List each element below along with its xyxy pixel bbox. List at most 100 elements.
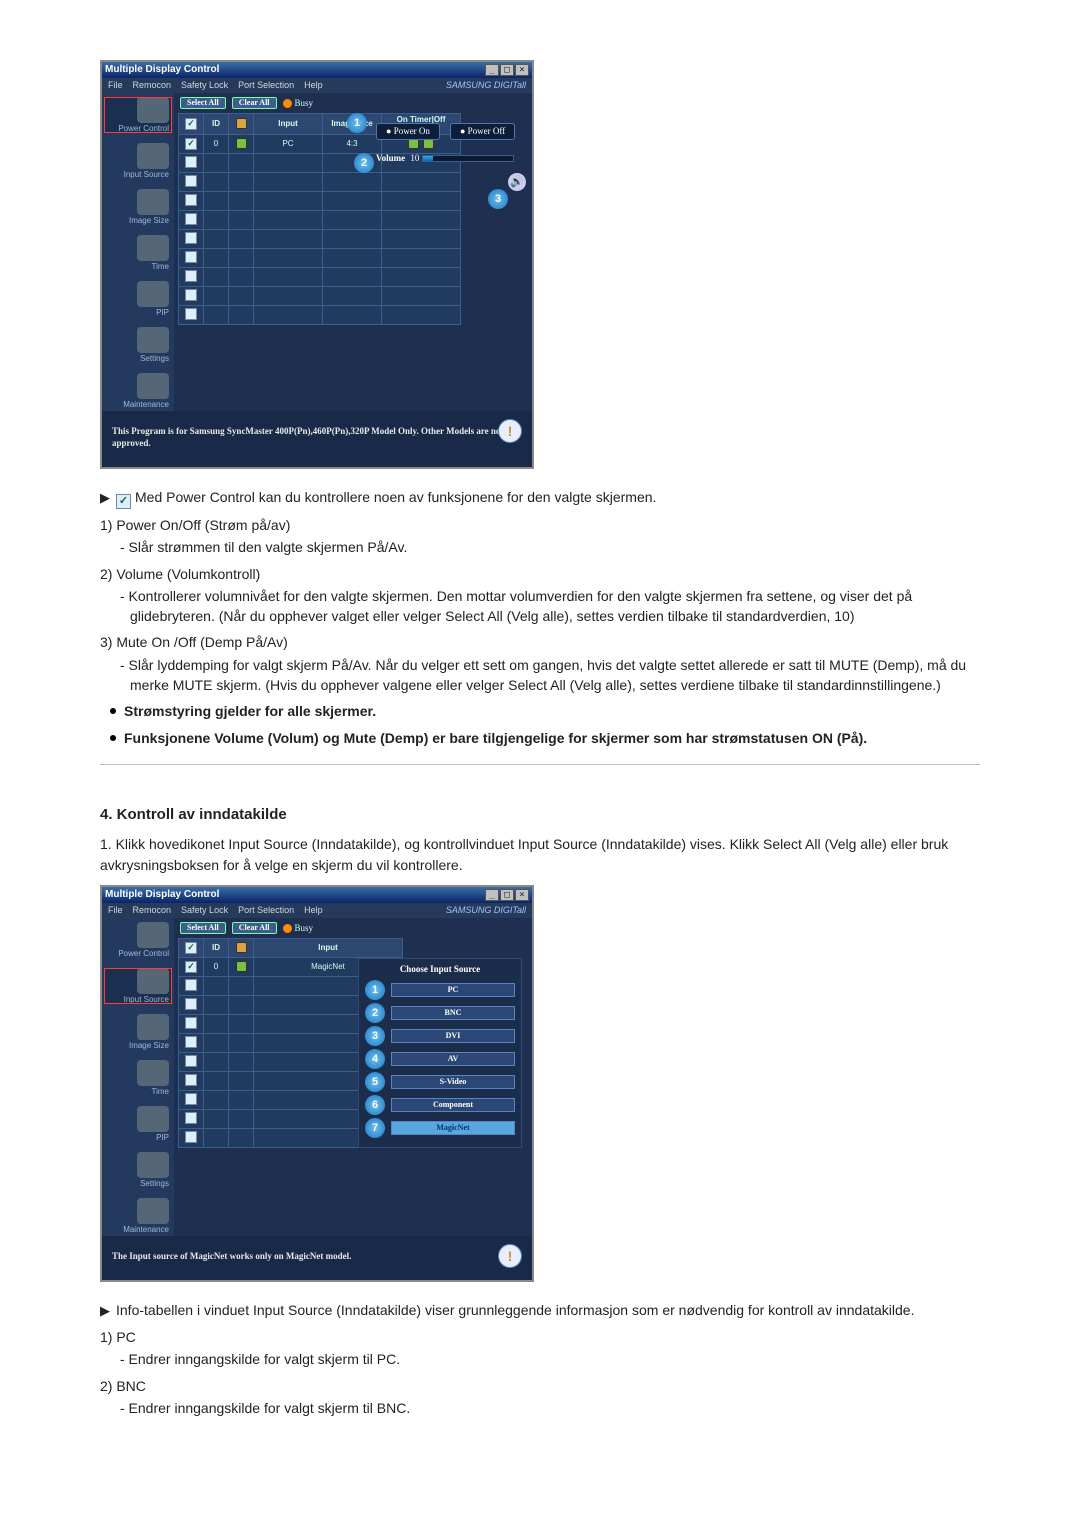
- window-titlebar: Multiple Display Control _□×: [102, 62, 532, 78]
- section-4-title: 4. Kontroll av inndatakilde: [100, 805, 980, 825]
- right-panel: ● Power On ● Power Off Volume 10 🔊: [376, 123, 526, 191]
- menu-portselection[interactable]: Port Selection: [238, 906, 294, 915]
- opt-component[interactable]: 6Component: [365, 1095, 515, 1115]
- warning-icon: [498, 1244, 522, 1268]
- table-row[interactable]: [179, 230, 461, 249]
- section-4-step: 1. Klikk hovedikonet Input Source (Innda…: [100, 834, 980, 875]
- window-buttons: _□×: [484, 64, 529, 76]
- sidebar-item-imagesize[interactable]: Image Size: [104, 189, 172, 225]
- select-all-button[interactable]: Select All: [180, 922, 226, 934]
- menu-remocon[interactable]: Remocon: [133, 81, 172, 90]
- chk-header[interactable]: [185, 942, 197, 954]
- sidebar-item-time[interactable]: Time: [104, 1060, 172, 1096]
- sidebar-item-imagesize[interactable]: Image Size: [104, 1014, 172, 1050]
- input-icon: [137, 143, 169, 169]
- minimize-icon[interactable]: _: [485, 64, 499, 76]
- power-on-button[interactable]: ● Power On: [376, 123, 440, 140]
- col-id: ID: [204, 939, 229, 958]
- maximize-icon[interactable]: □: [500, 64, 514, 76]
- input-icon: [137, 968, 169, 994]
- item-3: 3) Mute On /Off (Demp På/Av): [100, 632, 980, 652]
- busy-indicator: Busy: [283, 99, 314, 108]
- item-2: 2) Volume (Volumkontroll): [100, 564, 980, 584]
- item-bnc: 2) BNC: [100, 1376, 980, 1396]
- item-1: 1) Power On/Off (Strøm på/av): [100, 515, 980, 535]
- sidebar-item-settings[interactable]: Settings: [104, 1152, 172, 1188]
- sidebar-item-inputsource[interactable]: Input Source: [104, 968, 172, 1004]
- menu-file[interactable]: File: [108, 81, 123, 90]
- time-icon: [137, 235, 169, 261]
- footer-notice: This Program is for Samsung SyncMaster 4…: [102, 411, 532, 467]
- maximize-icon[interactable]: □: [500, 889, 514, 901]
- sidebar-item-maintenance[interactable]: Maintenance: [104, 1198, 172, 1234]
- table-row[interactable]: [179, 306, 461, 325]
- sidebar-item-powercontrol[interactable]: Power Control: [104, 97, 172, 133]
- item-pc: 1) PC: [100, 1327, 980, 1347]
- callout-7: 7: [365, 1118, 385, 1138]
- volume-label: Volume: [376, 153, 405, 163]
- sidebar-item-settings[interactable]: Settings: [104, 327, 172, 363]
- menu-portselection[interactable]: Port Selection: [238, 81, 294, 90]
- divider: [100, 764, 980, 765]
- callout-2: 2: [365, 1003, 385, 1023]
- power-off-button[interactable]: ● Power Off: [450, 123, 515, 140]
- sidebar-item-pip[interactable]: PIP: [104, 281, 172, 317]
- checkbox-icon: [116, 494, 131, 509]
- table-row[interactable]: [179, 192, 461, 211]
- screenshot-input-source: Multiple Display Control _□× File Remoco…: [100, 885, 534, 1282]
- close-icon[interactable]: ×: [515, 64, 529, 76]
- menu-safetylock[interactable]: Safety Lock: [181, 906, 228, 915]
- sidebar-item-pip[interactable]: PIP: [104, 1106, 172, 1142]
- volume-slider[interactable]: [422, 155, 514, 162]
- sidebar-item-powercontrol[interactable]: Power Control: [104, 922, 172, 958]
- menu-help[interactable]: Help: [304, 81, 323, 90]
- opt-bnc[interactable]: 2BNC: [365, 1003, 515, 1023]
- main-panel: Select All Clear All Busy ID Input 0 Mag…: [174, 918, 532, 1236]
- window-buttons: _□×: [484, 889, 529, 901]
- menubar: File Remocon Safety Lock Port Selection …: [102, 78, 532, 93]
- clear-all-button[interactable]: Clear All: [232, 922, 277, 934]
- row-chk[interactable]: [185, 138, 197, 150]
- select-all-button[interactable]: Select All: [180, 97, 226, 109]
- brand-label: SAMSUNG DIGITall: [446, 81, 526, 90]
- chk-header[interactable]: [185, 118, 197, 130]
- opt-svideo[interactable]: 5S-Video: [365, 1072, 515, 1092]
- bullet-icon: [110, 735, 116, 741]
- item-3-dash: - Slår lyddemping for valgt skjerm På/Av…: [130, 655, 980, 696]
- sidebar-item-maintenance[interactable]: Maintenance: [104, 373, 172, 409]
- mute-button[interactable]: 🔊: [508, 173, 526, 191]
- window-title: Multiple Display Control: [105, 65, 219, 75]
- item-2-dash: - Kontrollerer volumnivået for den valgt…: [130, 586, 980, 627]
- volume-value: 10: [410, 153, 419, 163]
- clear-all-button[interactable]: Clear All: [232, 97, 277, 109]
- intro-line: ▶Med Power Control kan du kontrollere no…: [100, 487, 980, 509]
- table-row[interactable]: [179, 268, 461, 287]
- warning-icon: [498, 419, 522, 443]
- menu-help[interactable]: Help: [304, 906, 323, 915]
- sidebar-item-time[interactable]: Time: [104, 235, 172, 271]
- menu-file[interactable]: File: [108, 906, 123, 915]
- footer-notice: The Input source of MagicNet works only …: [102, 1236, 532, 1280]
- status-lamp: [236, 961, 247, 972]
- pip-icon: [137, 281, 169, 307]
- imagesize-icon: [137, 189, 169, 215]
- arrow-icon: ▶: [100, 1303, 110, 1318]
- table-row[interactable]: [179, 249, 461, 268]
- col-id: ID: [204, 114, 229, 135]
- busy-dot-icon: [283, 99, 292, 108]
- brand-label: SAMSUNG DIGITall: [446, 906, 526, 915]
- minimize-icon[interactable]: _: [485, 889, 499, 901]
- close-icon[interactable]: ×: [515, 889, 529, 901]
- row-chk[interactable]: [185, 961, 197, 973]
- opt-magicnet[interactable]: 7MagicNet: [365, 1118, 515, 1138]
- status-lamp: [236, 138, 247, 149]
- table-row[interactable]: [179, 211, 461, 230]
- opt-pc[interactable]: 1PC: [365, 980, 515, 1000]
- menu-remocon[interactable]: Remocon: [133, 906, 172, 915]
- opt-dvi[interactable]: 3DVI: [365, 1026, 515, 1046]
- table-row[interactable]: [179, 287, 461, 306]
- opt-av[interactable]: 4AV: [365, 1049, 515, 1069]
- sidebar-item-inputsource[interactable]: Input Source: [104, 143, 172, 179]
- menu-safetylock[interactable]: Safety Lock: [181, 81, 228, 90]
- choose-input-panel: Choose Input Source 1PC 2BNC 3DVI 4AV 5S…: [358, 958, 522, 1148]
